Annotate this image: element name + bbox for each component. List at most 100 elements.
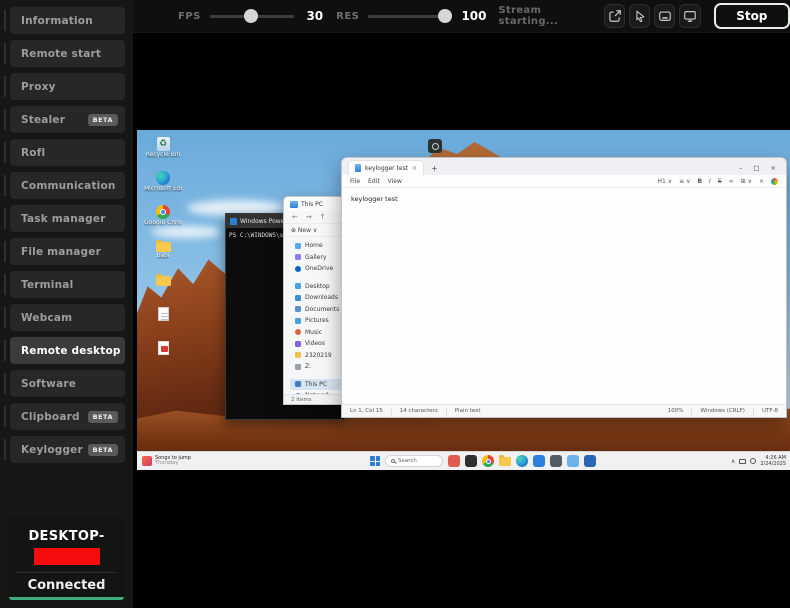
tray-chevron-icon[interactable]: ∧ (731, 458, 735, 465)
strikethrough-icon[interactable]: S (718, 178, 722, 185)
sidebar-item-webcam[interactable]: Webcam (10, 304, 125, 331)
sidebar-item-remote-start[interactable]: Remote start (10, 40, 125, 67)
chrome-taskbar-icon[interactable] (482, 455, 494, 467)
new-button[interactable]: ⊕ New ∨ (291, 227, 317, 234)
chrome-shortcut[interactable]: Google Chrome (144, 205, 182, 239)
line-endings[interactable]: Windows (CRLF) (700, 408, 744, 414)
new-tab-button[interactable]: + (431, 164, 438, 175)
sidebar-item-remote-desktop[interactable]: Remote desktop (10, 337, 125, 364)
main-area: FPS 30 RES 100 Stream starting... (133, 0, 790, 608)
remote-taskbar: Songs to jump Thursday Search (137, 451, 790, 470)
forward-icon[interactable]: → (306, 213, 312, 221)
terminal-taskbar-icon[interactable] (550, 455, 562, 467)
taskbar-clock[interactable]: 4:26 AM 2/24/2025 (760, 455, 786, 467)
sidebar-item-proxy[interactable]: Proxy (10, 73, 125, 100)
documents-icon (295, 306, 301, 312)
this-pc-icon (295, 381, 301, 387)
pinned-app-icon[interactable] (448, 455, 460, 467)
sidebar-item-clipboard[interactable]: Clipboard BETA (10, 403, 125, 430)
connection-indicator-bar (9, 597, 124, 600)
connection-status: Connected (28, 578, 106, 593)
cursor-position: Ln 1, Col 15 (350, 408, 383, 414)
maximize-icon[interactable]: □ (753, 164, 759, 172)
camera-overlay-icon (428, 139, 442, 153)
drive-icon (295, 364, 301, 370)
copilot-icon[interactable] (771, 178, 778, 185)
sidebar-item-information[interactable]: Information (10, 7, 125, 34)
back-icon[interactable]: ← (292, 213, 298, 221)
sidebar-item-stealer[interactable]: Stealer BETA (10, 106, 125, 133)
zoom-level[interactable]: 100% (668, 408, 684, 414)
hostname-redaction (34, 548, 100, 565)
menu-file[interactable]: File (350, 178, 360, 185)
res-label: RES (336, 11, 359, 22)
res-slider-thumb[interactable] (438, 9, 452, 23)
notepad-window[interactable]: keylogger test × + – □ × File Edit (341, 157, 787, 418)
list-icon[interactable]: ≡ ∨ (679, 178, 690, 185)
powershell-taskbar-icon[interactable] (584, 455, 596, 467)
sidebar-item-task-manager[interactable]: Task manager (10, 205, 125, 232)
document-shortcut[interactable] (144, 307, 182, 341)
sidebar-item-communication[interactable]: Communication (10, 172, 125, 199)
file-explorer-taskbar-icon[interactable] (499, 457, 511, 466)
taskbar-toggle-button[interactable] (654, 4, 675, 28)
bold-icon[interactable]: B (697, 178, 702, 185)
sidebar-item-file-manager[interactable]: File manager (10, 238, 125, 265)
minimize-icon[interactable]: – (739, 164, 742, 172)
cursor-icon (633, 9, 647, 23)
beta-badge: BETA (88, 411, 118, 423)
stream-status-text: Stream starting... (499, 5, 591, 27)
up-icon[interactable]: ↑ (320, 213, 326, 221)
sidebar-item-label: Information (21, 15, 93, 27)
desktop-icons: ♻ Recycle Bin Microsoft Edge Google Chro… (144, 137, 182, 375)
home-icon (295, 243, 301, 249)
monitor-button[interactable] (679, 4, 700, 28)
edge-taskbar-icon[interactable] (516, 455, 528, 467)
sidebar-item-rofl[interactable]: Rofl (10, 139, 125, 166)
table-icon[interactable]: ⊞ ∨ (741, 178, 752, 185)
clear-format-icon[interactable]: × (759, 178, 764, 185)
network-tray-icon[interactable] (750, 458, 756, 464)
document-icon (158, 307, 169, 321)
stop-button[interactable]: Stop (714, 3, 790, 29)
widgets-button[interactable]: Songs to jump Thursday (142, 456, 191, 467)
sidebar-item-terminal[interactable]: Terminal (10, 271, 125, 298)
this-pc-icon (290, 201, 298, 208)
fps-slider[interactable] (210, 9, 295, 23)
sidebar-item-software[interactable]: Software (10, 370, 125, 397)
recycle-bin-shortcut[interactable]: ♻ Recycle Bin (144, 137, 182, 171)
menu-view[interactable]: View (388, 178, 402, 185)
sidebar-item-keylogger[interactable]: Keylogger BETA (10, 436, 125, 463)
res-slider[interactable] (368, 9, 449, 23)
remote-desktop-stream[interactable]: ♻ Recycle Bin Microsoft Edge Google Chro… (137, 130, 790, 470)
open-external-button[interactable] (604, 4, 625, 28)
taskbar-search[interactable]: Search (385, 455, 443, 467)
encoding[interactable]: UTF-8 (762, 408, 778, 414)
start-button[interactable] (370, 456, 380, 466)
edge-shortcut[interactable]: Microsoft Edge (144, 171, 182, 205)
folder-shortcut[interactable] (144, 273, 182, 307)
host-card: DESKTOP- Connected (8, 518, 125, 600)
close-icon[interactable]: × (771, 164, 776, 172)
store-taskbar-icon[interactable] (533, 455, 545, 467)
heading-icon[interactable]: H1 ∨ (658, 178, 673, 185)
folder-shortcut[interactable]: babi (144, 239, 182, 273)
sidebar-item-label: Remote start (21, 48, 101, 60)
italic-icon[interactable]: I (709, 178, 711, 185)
fps-slider-thumb[interactable] (244, 9, 258, 23)
tab-close-icon[interactable]: × (412, 165, 417, 172)
task-view-icon[interactable] (465, 455, 477, 467)
menu-edit[interactable]: Edit (368, 178, 380, 185)
notepad-tab[interactable]: keylogger test × (348, 160, 424, 175)
sidebar-item-label: Webcam (21, 312, 72, 324)
notepad-taskbar-icon[interactable] (567, 455, 579, 467)
pdf-shortcut[interactable] (144, 341, 182, 375)
notepad-menubar: File Edit View H1 ∨ ≡ ∨ B I S ∞ ⊞ ∨ × (342, 175, 786, 188)
host-card-divider (16, 572, 117, 573)
sidebar-item-label: Software (21, 378, 76, 390)
notepad-text-area[interactable]: keylogger test (342, 188, 786, 404)
cursor-control-button[interactable] (629, 4, 650, 28)
link-icon[interactable]: ∞ (729, 178, 734, 185)
keyboard-tray-icon[interactable] (739, 459, 746, 464)
taskbar-toggle-icon (658, 9, 672, 23)
